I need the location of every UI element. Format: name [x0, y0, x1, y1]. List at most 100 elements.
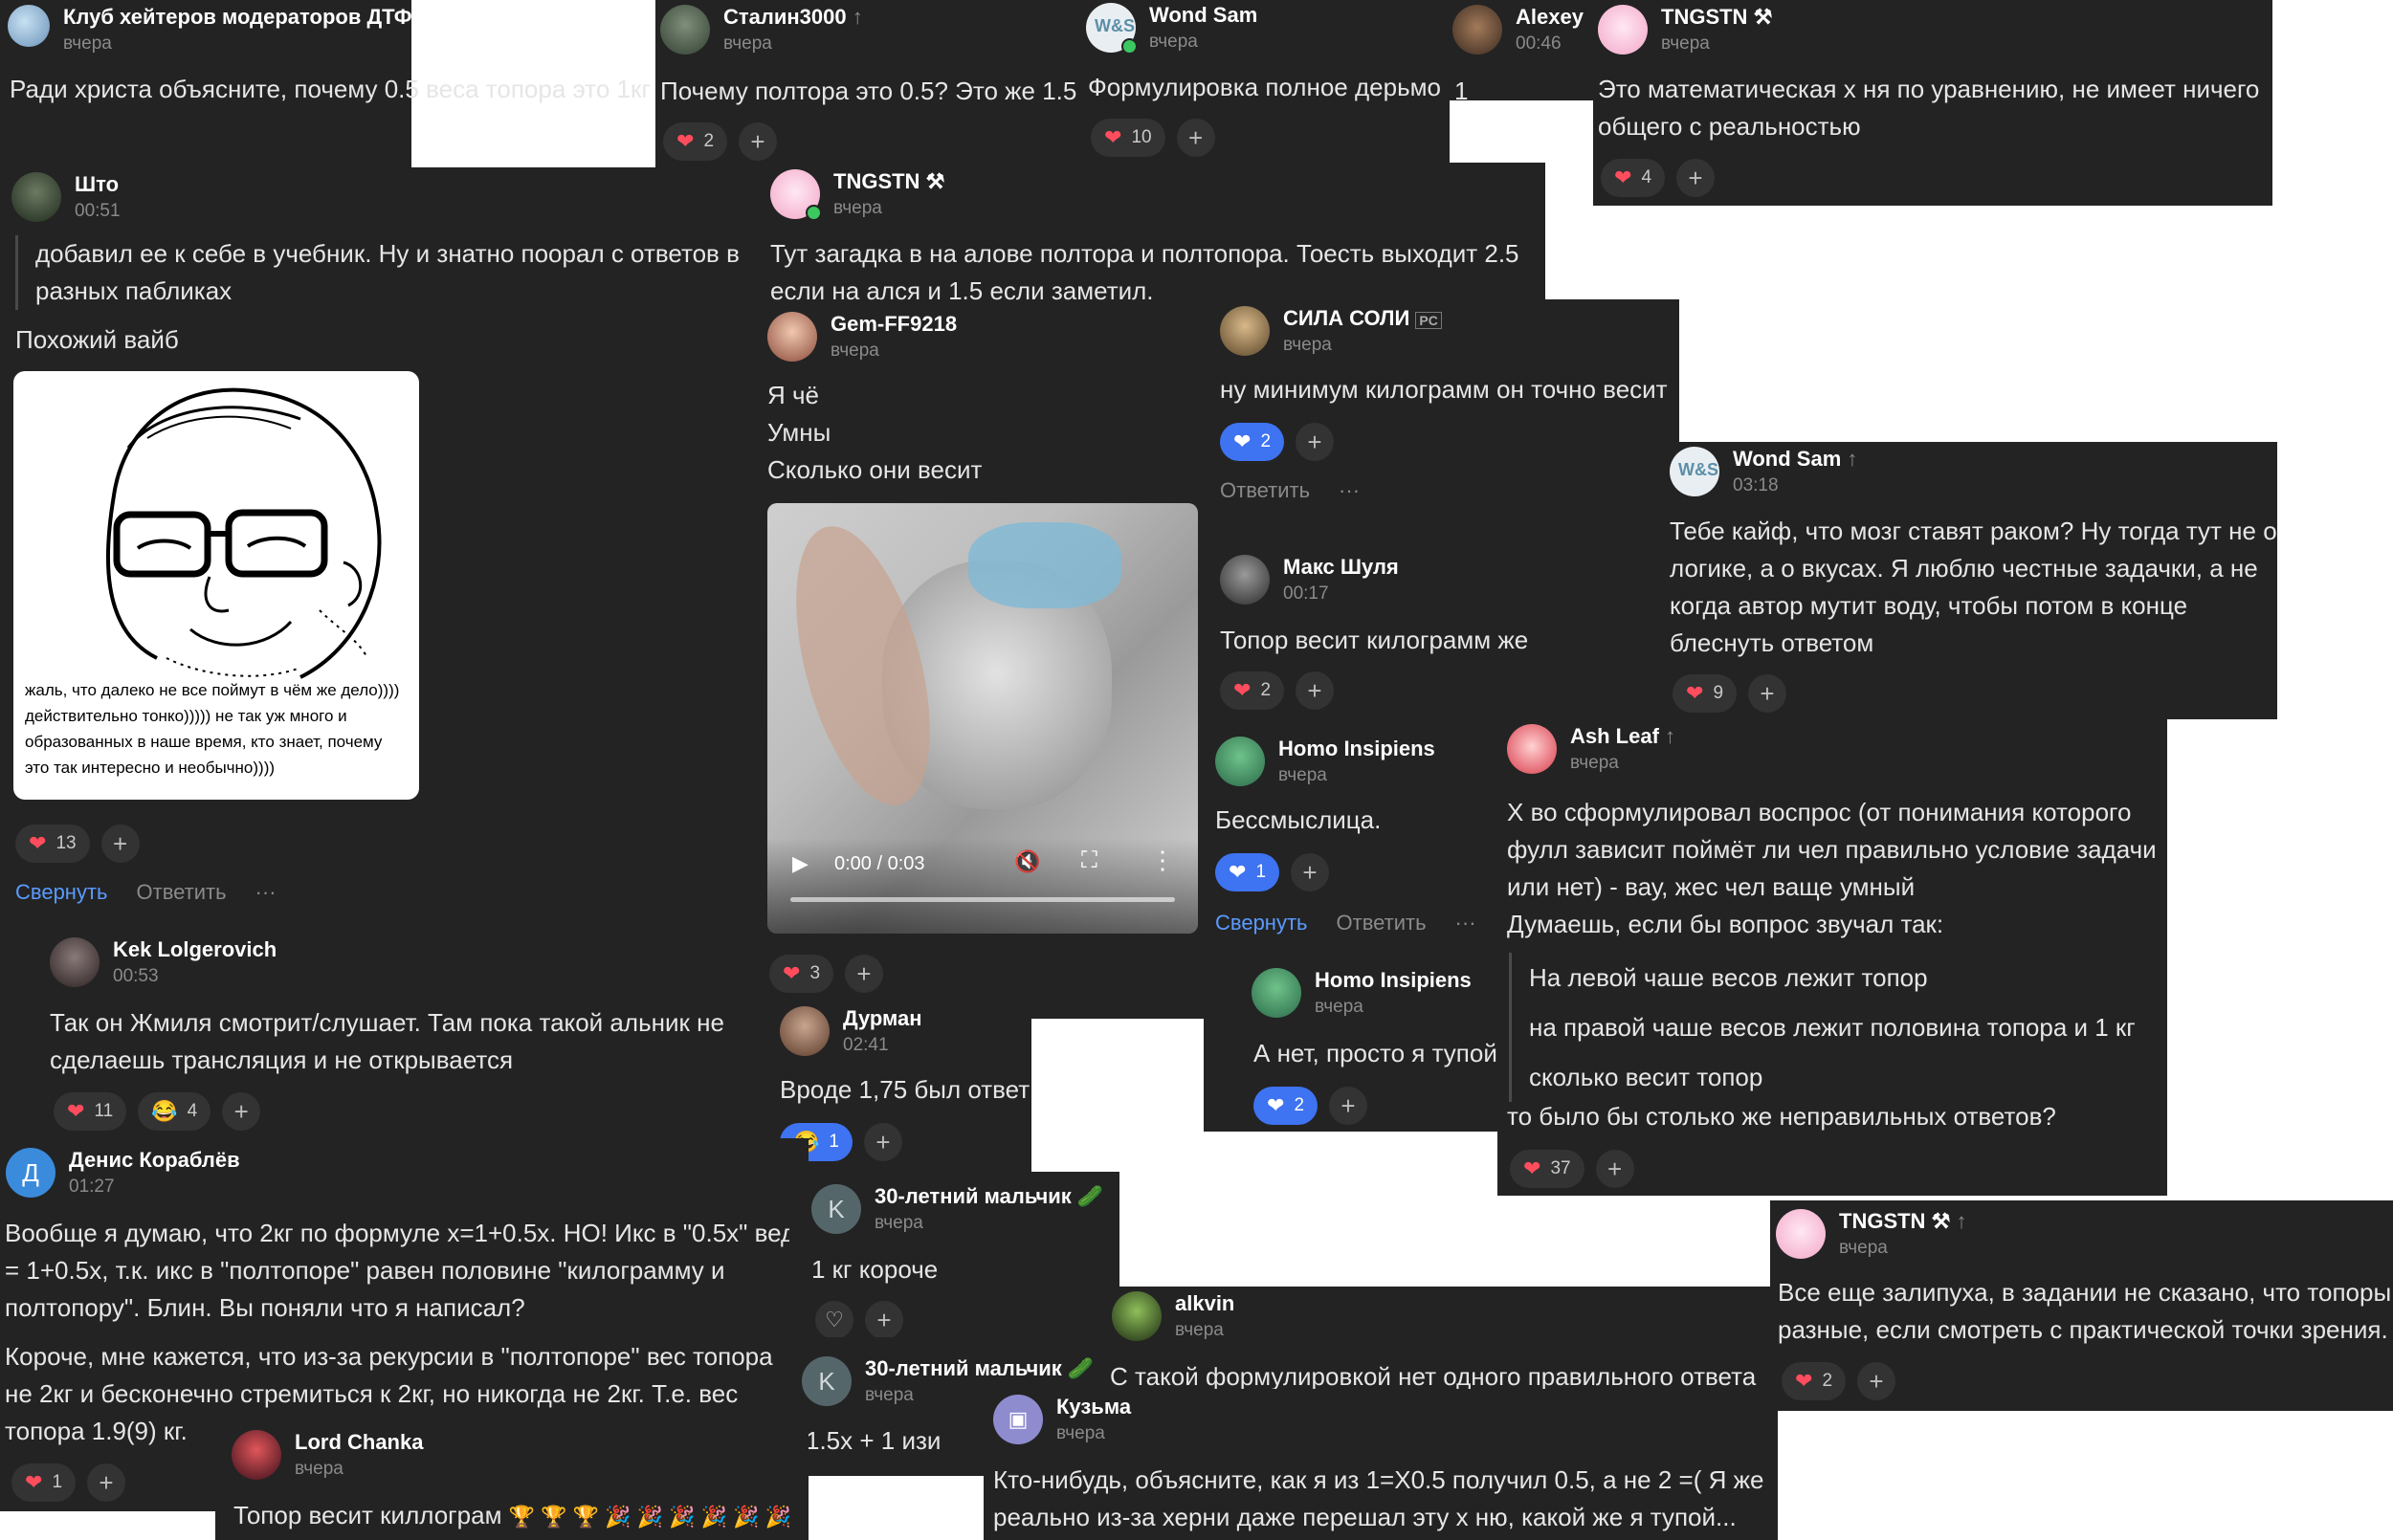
kebab-menu-icon[interactable]: ⋮: [1150, 846, 1175, 875]
add-reaction-button[interactable]: +: [1595, 1150, 1634, 1188]
avatar[interactable]: [660, 5, 710, 55]
add-reaction-button[interactable]: +: [1176, 119, 1215, 157]
author-name[interactable]: Клуб хейтеров модераторов ДТФ: [63, 5, 412, 30]
more-options-icon[interactable]: ···: [1455, 911, 1476, 935]
like-button[interactable]: ❤ 2: [1782, 1362, 1847, 1400]
like-button[interactable]: ♡: [815, 1301, 853, 1339]
author-name[interactable]: СИЛА СОЛИ PC: [1283, 306, 1442, 331]
author-name[interactable]: Макс Шуля: [1283, 555, 1399, 580]
author-name[interactable]: Lord Chanka: [295, 1430, 423, 1455]
add-reaction-button[interactable]: +: [1296, 423, 1335, 461]
comment-text: Вроде 1,75 был ответ: [780, 1075, 1030, 1104]
like-button[interactable]: ❤ 1: [11, 1463, 77, 1502]
author-name[interactable]: Alexey: [1516, 5, 1584, 30]
author-name[interactable]: Kek Lolgerovich: [113, 937, 277, 962]
add-reaction-button[interactable]: +: [100, 825, 140, 863]
timestamp: вчера: [1283, 335, 1332, 356]
avatar[interactable]: [8, 5, 50, 47]
like-button[interactable]: ❤ 2: [1220, 671, 1285, 710]
avatar[interactable]: W&S: [1086, 3, 1138, 55]
author-name[interactable]: TNGSTN ⚒: [833, 169, 944, 194]
add-reaction-button[interactable]: +: [1291, 853, 1330, 891]
reply-link[interactable]: Ответить: [1220, 478, 1310, 503]
add-reaction-button[interactable]: +: [1296, 671, 1335, 710]
author-name[interactable]: Gem-FF9218: [831, 312, 957, 337]
add-reaction-button[interactable]: +: [1857, 1362, 1896, 1400]
like-button[interactable]: ❤ 2: [1253, 1087, 1318, 1125]
like-button[interactable]: ❤ 2: [663, 122, 728, 161]
add-reaction-button[interactable]: +: [739, 122, 778, 161]
add-reaction-button[interactable]: +: [87, 1463, 126, 1502]
author-name[interactable]: 30-летний мальчик 🥒: [865, 1356, 1094, 1381]
comment-text: Формулировка полное дерьмо: [1088, 73, 1441, 101]
avatar[interactable]: [50, 937, 100, 987]
like-button[interactable]: ❤ 9: [1673, 674, 1738, 713]
like-button[interactable]: ❤ 37: [1510, 1150, 1584, 1188]
avatar[interactable]: [232, 1430, 281, 1480]
like-button[interactable]: ❤11: [54, 1092, 127, 1131]
more-options-icon[interactable]: ···: [1339, 478, 1360, 503]
add-reaction-button[interactable]: +: [1748, 674, 1787, 713]
reply-link[interactable]: Ответить: [1337, 911, 1427, 935]
add-reaction-button[interactable]: +: [863, 1123, 902, 1161]
author-name[interactable]: Сталин3000 ↑: [723, 5, 863, 30]
reply-link[interactable]: Ответить: [137, 880, 227, 905]
timestamp: 00:51: [75, 201, 121, 222]
like-button[interactable]: ❤ 3: [769, 955, 834, 993]
avatar[interactable]: [1220, 306, 1270, 356]
author-name[interactable]: Homo Insipiens: [1315, 968, 1472, 993]
avatar[interactable]: [1215, 737, 1265, 786]
avatar[interactable]: K: [802, 1356, 852, 1406]
avatar[interactable]: [1598, 5, 1648, 55]
meme-image[interactable]: жаль, что далеко не все поймут в чём же …: [13, 371, 419, 800]
author-name[interactable]: Ash Leaf ↑: [1570, 724, 1675, 749]
play-icon[interactable]: ▶: [792, 851, 809, 876]
add-reaction-button[interactable]: +: [1329, 1087, 1368, 1125]
like-button[interactable]: ❤ 2: [1220, 423, 1285, 461]
avatar[interactable]: W&S: [1670, 447, 1719, 496]
author-name[interactable]: TNGSTN ⚒ ↑: [1839, 1209, 1966, 1234]
author-name[interactable]: Што: [75, 172, 121, 197]
add-reaction-button[interactable]: +: [865, 1301, 903, 1339]
avatar[interactable]: [1220, 555, 1270, 605]
avatar[interactable]: ▣: [993, 1395, 1043, 1444]
fullscreen-icon[interactable]: ⛶: [1081, 847, 1097, 874]
avatar[interactable]: K: [811, 1184, 861, 1234]
avatar[interactable]: [11, 172, 61, 222]
author-name[interactable]: Денис Кораблёв: [69, 1148, 240, 1173]
add-reaction-button[interactable]: +: [845, 955, 884, 993]
progress-bar[interactable]: [790, 897, 1175, 902]
author-name[interactable]: Кузьма: [1056, 1395, 1131, 1419]
author-name[interactable]: Wond Sam: [1149, 3, 1257, 28]
author-name[interactable]: 30-летний мальчик 🥒: [875, 1184, 1103, 1209]
collapse-link[interactable]: Свернуть: [1215, 911, 1308, 935]
mute-icon[interactable]: 🔇: [1014, 849, 1040, 874]
like-button[interactable]: ❤ 10: [1091, 119, 1165, 157]
online-indicator: [806, 205, 822, 221]
author-name[interactable]: TNGSTN ⚒: [1661, 5, 1772, 30]
emoji-reaction[interactable]: 😂 4: [138, 1092, 211, 1131]
like-button[interactable]: ❤ 13: [15, 825, 90, 863]
video-player[interactable]: ▶ 0:00 / 0:03 🔇 ⛶ ⋮: [767, 503, 1198, 934]
avatar[interactable]: [1776, 1209, 1826, 1259]
add-reaction-button[interactable]: +: [1676, 159, 1716, 197]
timestamp: вчера: [723, 33, 772, 55]
author-name[interactable]: Дурман: [843, 1006, 922, 1031]
collapse-link[interactable]: Свернуть: [15, 880, 108, 905]
avatar[interactable]: [1112, 1291, 1162, 1341]
like-button[interactable]: ❤ 1: [1215, 853, 1280, 891]
like-button[interactable]: ❤ 4: [1601, 159, 1666, 197]
more-options-icon[interactable]: ···: [255, 880, 277, 905]
avatar[interactable]: [1252, 968, 1301, 1018]
author-name[interactable]: alkvin: [1175, 1291, 1234, 1316]
add-reaction-button[interactable]: +: [222, 1092, 261, 1131]
avatar[interactable]: [1452, 5, 1502, 55]
avatar[interactable]: Д: [6, 1148, 55, 1198]
author-name[interactable]: Homo Insipiens: [1278, 737, 1435, 761]
avatar[interactable]: [767, 312, 817, 362]
avatar[interactable]: [1507, 724, 1557, 774]
avatar[interactable]: [780, 1006, 830, 1056]
author-name[interactable]: Wond Sam ↑: [1733, 447, 1857, 472]
comment-text: 1: [1454, 77, 1469, 105]
avatar[interactable]: [770, 169, 822, 221]
